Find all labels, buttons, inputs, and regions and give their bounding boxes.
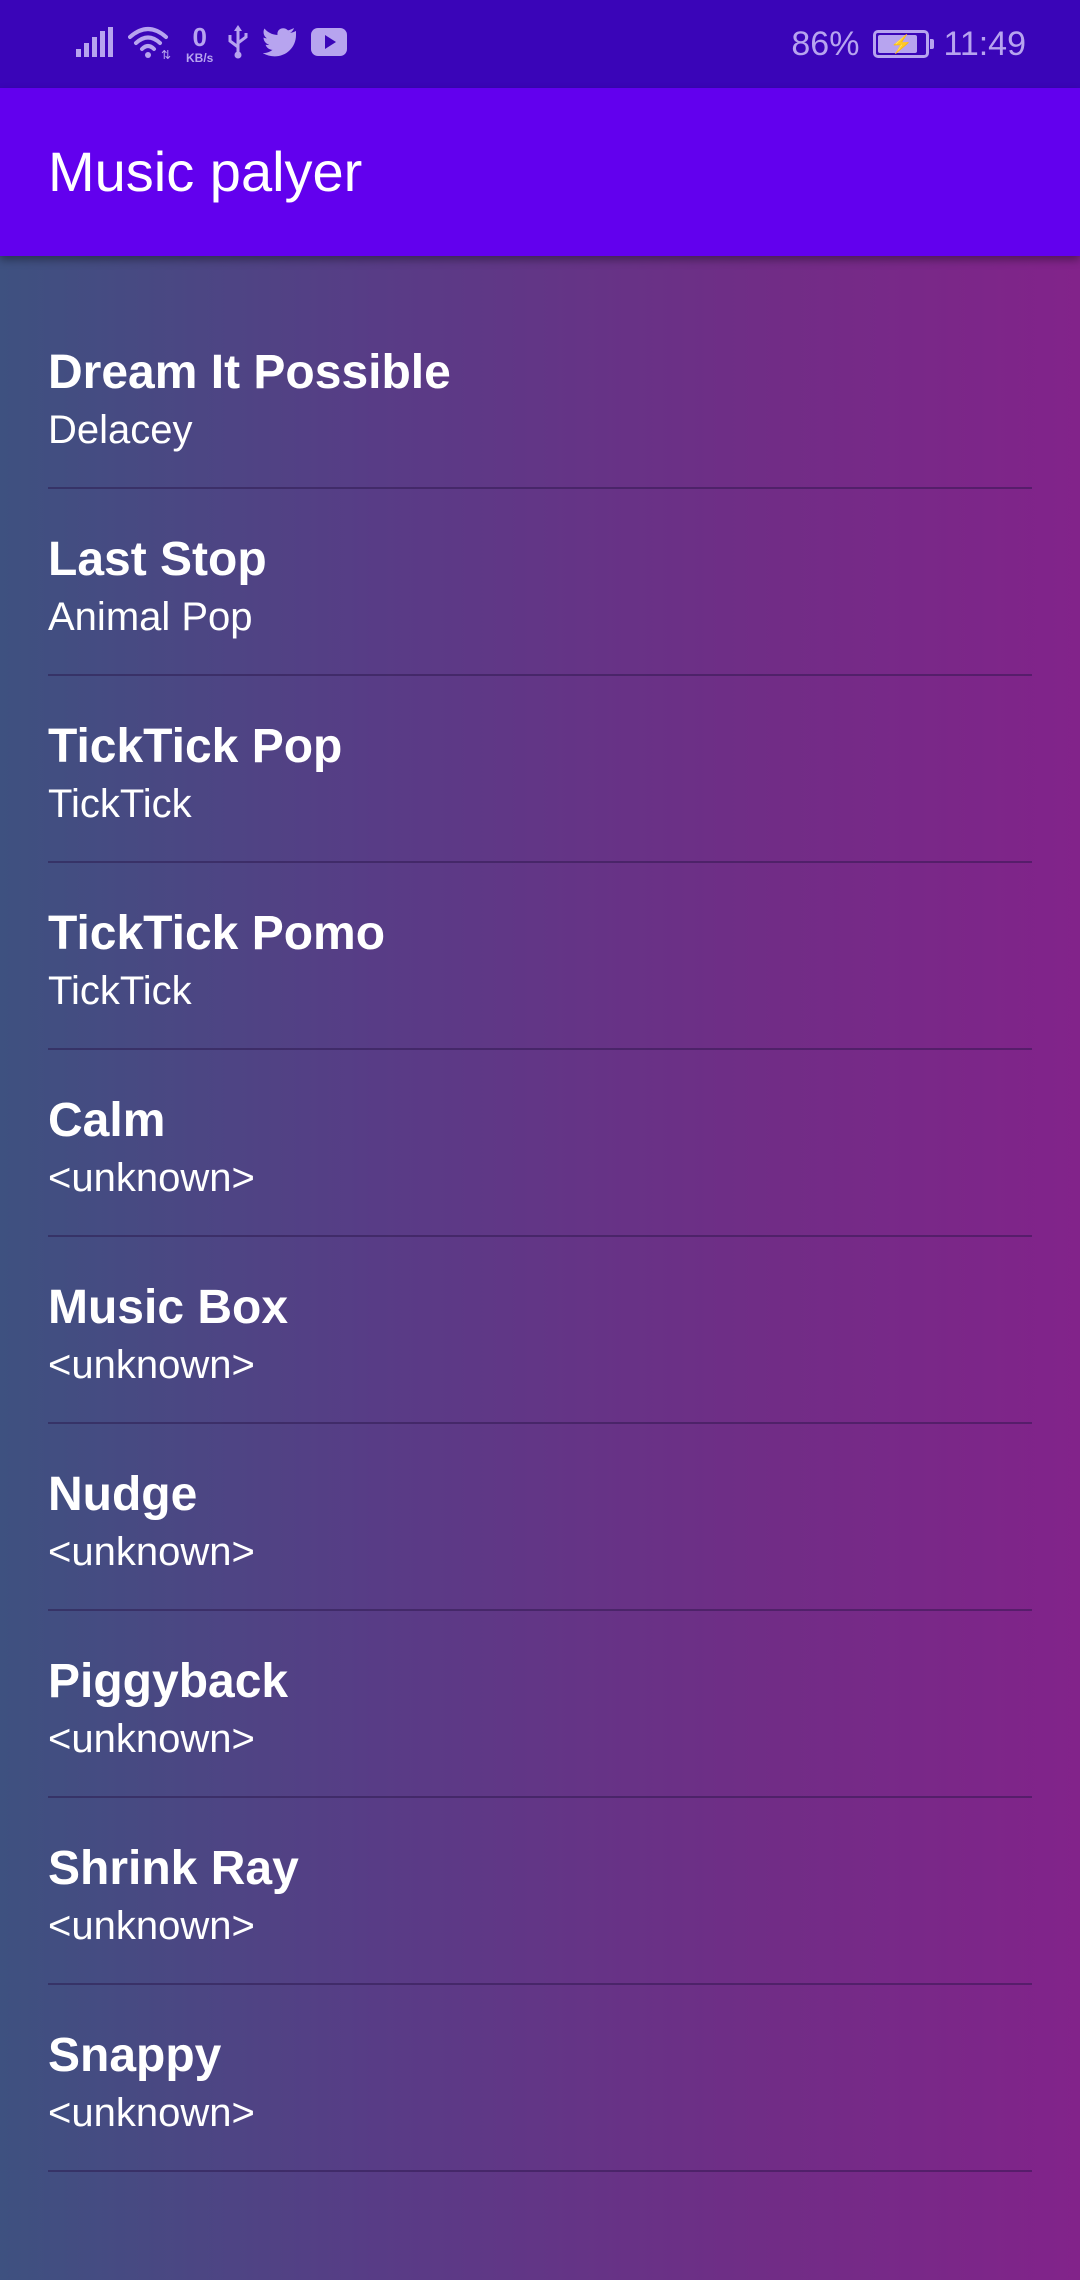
song-artist: TickTick [48,969,192,1013]
status-bar: ⇅ 0 KB/s 86% ⚡ 11:49 [0,0,1080,88]
signal-icon [76,26,114,62]
list-item[interactable]: TickTick Pomo TickTick [48,863,1032,1050]
battery-icon: ⚡ [873,30,935,58]
song-title: Shrink Ray [48,1842,299,1895]
status-icons-left: ⇅ 0 KB/s [76,22,348,66]
app-bar: Music palyer [0,88,1080,256]
song-title: Last Stop [48,533,267,586]
list-item[interactable]: Music Box <unknown> [48,1237,1032,1424]
song-artist: <unknown> [48,1343,255,1387]
song-title: Snappy [48,2029,222,2082]
song-artist: Animal Pop [48,595,253,639]
network-speed-unit: KB/s [186,51,214,65]
song-artist: TickTick [48,782,192,826]
list-item[interactable]: Calm <unknown> [48,1050,1032,1237]
battery-percent: 86% [791,24,860,63]
list-item[interactable]: Shrink Ray <unknown> [48,1798,1032,1985]
song-title: Music Box [48,1281,289,1334]
usb-icon [227,24,249,64]
youtube-icon [311,27,348,61]
song-artist: <unknown> [48,1530,255,1574]
song-artist: <unknown> [48,1904,255,1948]
song-title: TickTick Pop [48,720,343,773]
list-item[interactable]: Dream It Possible Delacey [48,302,1032,489]
list-item[interactable]: Last Stop Animal Pop [48,489,1032,676]
clock: 11:49 [943,24,1026,63]
song-title: Calm [48,1094,166,1147]
list-item[interactable]: Nudge <unknown> [48,1424,1032,1611]
app-title: Music palyer [48,140,363,203]
list-item[interactable]: Piggyback <unknown> [48,1611,1032,1798]
song-list: Dream It Possible Delacey Last Stop Anim… [48,302,1032,2172]
song-title: TickTick Pomo [48,907,386,960]
twitter-icon [262,27,297,62]
charging-bolt-icon: ⚡ [890,34,913,54]
svg-text:⇅: ⇅ [161,48,171,59]
network-speed: 0 KB/s [186,24,213,64]
list-item[interactable]: TickTick Pop TickTick [48,676,1032,863]
song-artist: Delacey [48,408,193,452]
song-title: Piggyback [48,1655,289,1708]
song-title: Nudge [48,1468,198,1521]
wifi-icon: ⇅ [128,25,172,64]
network-speed-value: 0 [192,22,207,52]
status-icons-right: 86% ⚡ 11:49 [791,22,1026,66]
song-artist: <unknown> [48,2091,255,2135]
song-artist: <unknown> [48,1156,255,1200]
song-artist: <unknown> [48,1717,255,1761]
list-item[interactable]: Snappy <unknown> [48,1985,1032,2172]
song-title: Dream It Possible [48,346,451,399]
screen: ⇅ 0 KB/s 86% ⚡ 11:49 Music palyer Dream … [0,0,1080,2280]
